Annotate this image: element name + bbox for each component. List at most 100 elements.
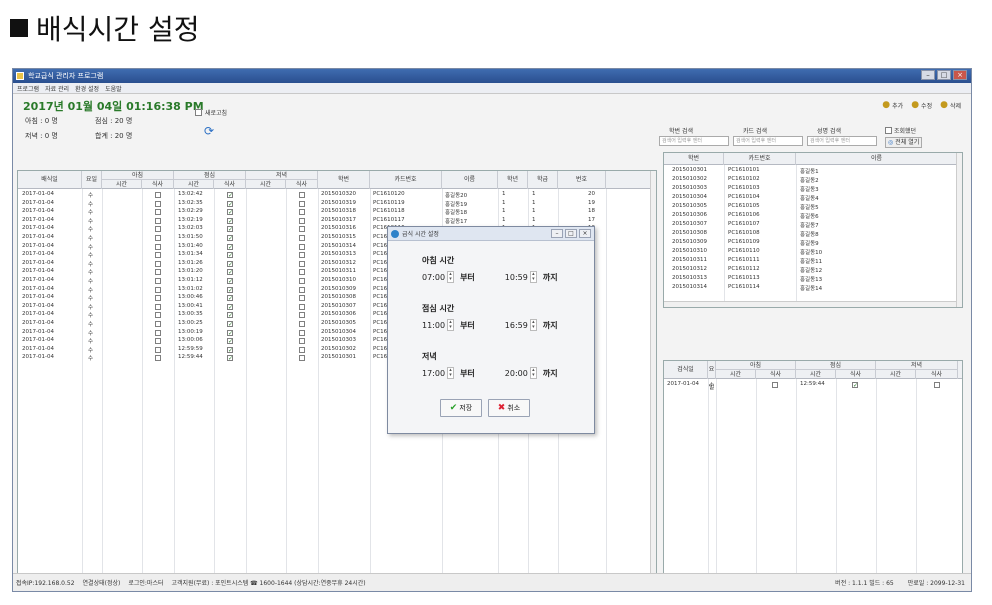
dialog-titlebar[interactable]: 급식 시간 설정 – □ × (388, 227, 594, 241)
lunch-from-stepper[interactable]: 11:00 ▴ ▾ (422, 319, 455, 331)
col-dinner[interactable]: 저녁 (246, 171, 318, 180)
student-no-search-input[interactable]: 검색어 입력후 엔터 (659, 136, 729, 146)
list-item[interactable]: 2015010303 PC1610103 홍길동3 (664, 185, 958, 193)
breakfast-meal-checkbox[interactable] (155, 278, 161, 284)
dinner-meal-checkbox[interactable] (299, 269, 305, 276)
breakfast-meal-checkbox[interactable] (772, 382, 778, 388)
lunch-meal-checkbox[interactable] (227, 200, 233, 207)
dinner-meal-checkbox[interactable] (299, 278, 305, 284)
list-item[interactable]: 2015010314 PC1610114 홍길동14 (664, 284, 958, 292)
col-dinner-meal[interactable]: 식사 (286, 180, 318, 189)
name-search-input[interactable]: 검색어 입력후 엔터 (807, 136, 877, 146)
lunch-meal-checkbox[interactable] (227, 226, 233, 233)
breakfast-meal-checkbox[interactable] (155, 200, 161, 207)
dinner-from-stepper[interactable]: 17:00 ▴ ▾ (422, 367, 455, 379)
col-dinner-time[interactable]: 시간 (246, 180, 286, 189)
col-lunch[interactable]: 점심 (796, 361, 876, 370)
auto-refresh-checkbox[interactable] (195, 109, 202, 116)
edit-button[interactable]: ● 수정 (911, 100, 932, 110)
refresh-icon[interactable]: ⟳ (204, 124, 214, 138)
breakfast-meal-checkbox[interactable] (155, 321, 161, 327)
spin-arrows-icon[interactable]: ▴ ▾ (529, 319, 537, 331)
list-item[interactable]: 2015010310 PC1610110 홍길동10 (664, 248, 958, 256)
lunch-meal-checkbox[interactable] (227, 295, 233, 302)
dinner-meal-checkbox[interactable] (299, 355, 305, 362)
lunch-meal-checkbox[interactable] (227, 217, 233, 224)
dinner-meal-checkbox[interactable] (934, 382, 940, 388)
col-lunch-time[interactable]: 시간 (174, 180, 214, 189)
col-breakfast-time[interactable]: 시간 (716, 370, 756, 379)
spin-arrows-icon[interactable]: ▴ ▾ (529, 367, 537, 379)
dinner-meal-checkbox[interactable] (299, 217, 305, 224)
dinner-meal-checkbox[interactable] (299, 303, 305, 310)
dinner-meal-checkbox[interactable] (299, 260, 305, 267)
breakfast-meal-checkbox[interactable] (155, 235, 161, 241)
confirm-checkbox[interactable] (885, 127, 892, 134)
delete-button[interactable]: ● 삭제 (940, 100, 961, 110)
col-lunch[interactable]: 점심 (174, 171, 246, 180)
auto-refresh-option[interactable]: 새로고침 (195, 108, 227, 117)
col-lunch-time[interactable]: 시간 (796, 370, 836, 379)
dialog-minimize-icon[interactable]: – (551, 229, 563, 238)
student-grid-hscroll[interactable] (664, 301, 956, 307)
add-button[interactable]: ● 추가 (882, 100, 903, 110)
lunch-meal-checkbox[interactable] (227, 278, 233, 284)
lunch-meal-checkbox[interactable] (227, 252, 233, 259)
menu-item-help[interactable]: 도움말 (105, 84, 122, 93)
col-day[interactable]: 요일 (82, 171, 102, 189)
col-breakfast[interactable]: 아침 (102, 171, 174, 180)
list-item[interactable]: 2015010312 PC1610112 홍길동12 (664, 266, 958, 274)
col-student-no[interactable]: 학번 (664, 153, 724, 165)
dinner-meal-checkbox[interactable] (299, 192, 305, 198)
breakfast-meal-checkbox[interactable] (155, 269, 161, 276)
spin-arrows-icon[interactable]: ▴ ▾ (447, 367, 455, 379)
dinner-meal-checkbox[interactable] (299, 243, 305, 250)
table-row[interactable]: 2017-01-04 수 13:02:42 2015010320 PC1610120 홍길… (18, 191, 606, 199)
col-dinner-meal[interactable]: 식사 (916, 370, 958, 379)
col-card-no[interactable]: 카드번호 (724, 153, 796, 165)
cancel-button[interactable]: ✖ 취소 (488, 399, 530, 417)
menu-item-data[interactable]: 자료 관리 (45, 84, 69, 93)
dinner-meal-checkbox[interactable] (299, 329, 305, 336)
breakfast-meal-checkbox[interactable] (155, 226, 161, 233)
breakfast-meal-checkbox[interactable] (155, 295, 161, 302)
dialog-maximize-icon[interactable]: □ (565, 229, 577, 238)
confirm-option[interactable]: 조회했던 (885, 126, 922, 135)
menu-item-settings[interactable]: 환경 설정 (75, 84, 99, 93)
list-item[interactable]: 2015010304 PC1610104 홍길동4 (664, 194, 958, 202)
col-name[interactable]: 이름 (442, 171, 498, 189)
col-breakfast-meal[interactable]: 식사 (142, 180, 174, 189)
student-grid-vscroll[interactable] (956, 153, 962, 307)
table-row[interactable]: 2017-01-04 수 13:02:19 2015010317 PC1610117 홍길… (18, 217, 606, 225)
table-row[interactable]: 2017-01-04 수 12:59:44 (664, 381, 958, 389)
dinner-meal-checkbox[interactable] (299, 226, 305, 233)
col-date[interactable]: 배식일 (18, 171, 82, 189)
lunch-meal-checkbox[interactable] (227, 209, 233, 216)
breakfast-meal-checkbox[interactable] (155, 209, 161, 216)
spin-arrows-icon[interactable]: ▴ ▾ (447, 319, 455, 331)
list-item[interactable]: 2015010306 PC1610106 홍길동6 (664, 212, 958, 220)
list-item[interactable]: 2015010308 PC1610108 홍길동8 (664, 230, 958, 238)
meal-log-scrollbar[interactable] (650, 171, 656, 573)
lunch-meal-checkbox[interactable] (227, 346, 233, 353)
spin-arrows-icon[interactable]: ▴ ▾ (447, 271, 455, 283)
lunch-meal-checkbox[interactable] (227, 329, 233, 336)
dinner-meal-checkbox[interactable] (299, 235, 305, 241)
dinner-meal-checkbox[interactable] (299, 312, 305, 319)
dinner-meal-checkbox[interactable] (299, 295, 305, 302)
card-no-search-input[interactable]: 검색어 입력후 엔터 (733, 136, 803, 146)
maximize-icon[interactable]: □ (937, 70, 951, 80)
dinner-to-stepper[interactable]: 20:00 ▴ ▾ (505, 367, 537, 379)
close-icon[interactable]: × (953, 70, 967, 80)
breakfast-to-stepper[interactable]: 10:59 ▴ ▾ (505, 271, 537, 283)
list-item[interactable]: 2015010311 PC1610111 홍길동11 (664, 257, 958, 265)
col-dinner[interactable]: 저녁 (876, 361, 958, 370)
breakfast-meal-checkbox[interactable] (155, 338, 161, 345)
col-day[interactable]: 요일 (708, 361, 716, 391)
breakfast-meal-checkbox[interactable] (155, 192, 161, 198)
dinner-meal-checkbox[interactable] (299, 286, 305, 293)
col-student-no[interactable]: 학번 (318, 171, 370, 189)
col-lunch-meal[interactable]: 식사 (214, 180, 246, 189)
spin-arrows-icon[interactable]: ▴ ▾ (529, 271, 537, 283)
lunch-meal-checkbox[interactable] (227, 303, 233, 310)
